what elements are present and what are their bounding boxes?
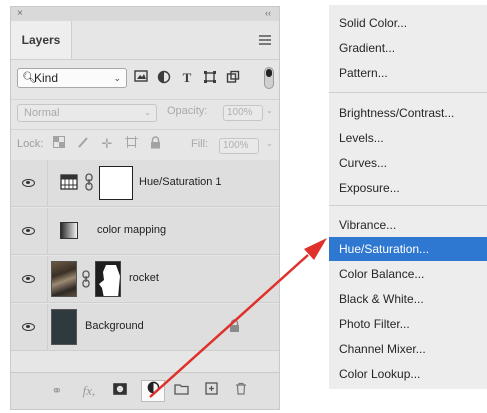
layer-filter-row: 🔍︎ Kind ⌄ T (11, 65, 279, 93)
chevron-down-icon[interactable]: ⌄ (266, 139, 273, 148)
menu-item-channel-mixer[interactable]: Channel Mixer... (329, 337, 487, 361)
lock-label: Lock: (17, 138, 44, 150)
eye-icon (22, 275, 35, 283)
lock-position-icon[interactable]: ✛ (99, 136, 115, 152)
menu-item-brightness-contrast[interactable]: Brightness/Contrast... (329, 101, 487, 125)
menu-item-gradient[interactable]: Gradient... (329, 36, 487, 60)
layers-panel: × ‹‹ Layers 🔍︎ Kind ⌄ T Normal ⌄ Opacity… (10, 6, 280, 410)
close-icon[interactable]: × (17, 7, 23, 20)
lock-image-pixels-icon[interactable] (75, 136, 91, 152)
layer-row-hue-saturation[interactable]: Hue/Saturation 1 (11, 160, 279, 207)
adjustment-filter-icon[interactable] (156, 70, 172, 86)
layer-name[interactable]: Background (85, 320, 144, 332)
menu-item-color-lookup[interactable]: Color Lookup... (329, 362, 487, 386)
chevron-down-icon[interactable]: ⌄ (266, 106, 273, 115)
image-filter-icon[interactable] (133, 70, 149, 86)
panel-menu-icon[interactable] (259, 35, 271, 47)
link-mask-icon[interactable] (81, 270, 91, 291)
visibility-toggle[interactable] (11, 304, 48, 350)
opacity-field[interactable]: 100% (223, 105, 263, 121)
visibility-toggle[interactable] (11, 160, 48, 206)
layer-mask-thumbnail[interactable] (99, 166, 133, 200)
eye-icon (22, 323, 35, 331)
menu-item-solid-color[interactable]: Solid Color... (329, 11, 487, 35)
menu-item-exposure[interactable]: Exposure... (329, 176, 487, 200)
lock-icon (229, 319, 240, 333)
new-layer-icon[interactable] (202, 382, 220, 400)
add-mask-icon[interactable] (111, 382, 129, 400)
blend-opacity-row: Normal ⌄ Opacity: 100% ⌄ (11, 99, 279, 126)
layer-row-color-mapping[interactable]: color mapping (11, 208, 279, 255)
filter-kind-select[interactable]: 🔍︎ Kind ⌄ (17, 68, 127, 88)
filter-toggle-switch[interactable] (264, 67, 274, 89)
blend-mode-value: Normal (24, 107, 60, 119)
smart-object-filter-icon[interactable] (225, 70, 241, 86)
menu-item-pattern[interactable]: Pattern... (329, 61, 487, 85)
menu-item-vibrance[interactable]: Vibrance... (329, 213, 487, 237)
new-group-icon[interactable] (172, 382, 190, 400)
filter-kind-label: Kind (34, 71, 59, 85)
menu-item-levels[interactable]: Levels... (329, 126, 487, 150)
adjustment-layer-icon (60, 174, 78, 190)
type-filter-icon[interactable]: T (179, 70, 195, 86)
chevron-down-icon: ⌄ (144, 108, 151, 117)
arrow-head (304, 238, 327, 260)
menu-separator (329, 92, 487, 93)
rocket-mask-thumbnail[interactable] (95, 261, 121, 297)
link-layers-icon[interactable]: ⚭ (48, 382, 66, 400)
layers-bottom-toolbar: ⚭ fx, (11, 372, 279, 409)
layer-row-rocket[interactable]: rocket (11, 256, 279, 303)
panel-tab-row: Layers (11, 21, 279, 60)
menu-item-black-white[interactable]: Black & White... (329, 287, 487, 311)
link-mask-icon[interactable] (84, 173, 94, 194)
new-adjustment-layer-icon[interactable] (141, 380, 165, 402)
menu-separator (329, 205, 487, 206)
shape-filter-icon[interactable] (202, 70, 218, 86)
menu-item-photo-filter[interactable]: Photo Filter... (329, 312, 487, 336)
gradient-map-icon (60, 222, 78, 239)
lock-transparent-pixels-icon[interactable] (51, 136, 67, 152)
layer-row-background[interactable]: Background (11, 304, 279, 351)
panel-titlebar: × ‹‹ (11, 7, 279, 21)
chevron-down-icon: ⌄ (113, 73, 121, 83)
layer-name[interactable]: color mapping (97, 224, 166, 236)
menu-item-color-balance[interactable]: Color Balance... (329, 262, 487, 286)
tab-layers[interactable]: Layers (11, 21, 72, 59)
fx-icon[interactable]: fx, (80, 382, 98, 400)
layer-name[interactable]: Hue/Saturation 1 (139, 176, 222, 188)
lock-fill-row: Lock: ✛ Fill: 100% ⌄ (11, 129, 279, 161)
eye-icon (22, 227, 35, 235)
blend-mode-select[interactable]: Normal ⌄ (17, 104, 157, 122)
adjustment-layer-menu: Solid Color... Gradient... Pattern... Br… (329, 5, 487, 389)
eye-icon (22, 179, 35, 187)
lock-artboard-icon[interactable] (123, 136, 139, 152)
rocket-image-thumbnail[interactable] (51, 261, 77, 297)
collapse-panel-icon[interactable]: ‹‹ (265, 7, 271, 20)
layers-list: Hue/Saturation 1 color mapping rocket Ba… (11, 160, 279, 352)
visibility-toggle[interactable] (11, 208, 48, 254)
layer-name[interactable]: rocket (129, 272, 159, 284)
background-thumbnail[interactable] (51, 309, 77, 345)
visibility-toggle[interactable] (11, 256, 48, 302)
menu-item-hue-saturation[interactable]: Hue/Saturation... (329, 237, 487, 261)
lock-all-icon[interactable] (147, 136, 163, 152)
delete-layer-icon[interactable] (232, 382, 250, 400)
fill-field[interactable]: 100% (219, 138, 259, 154)
menu-item-curves[interactable]: Curves... (329, 151, 487, 175)
opacity-label: Opacity: (167, 105, 208, 117)
fill-label: Fill: (191, 138, 209, 150)
